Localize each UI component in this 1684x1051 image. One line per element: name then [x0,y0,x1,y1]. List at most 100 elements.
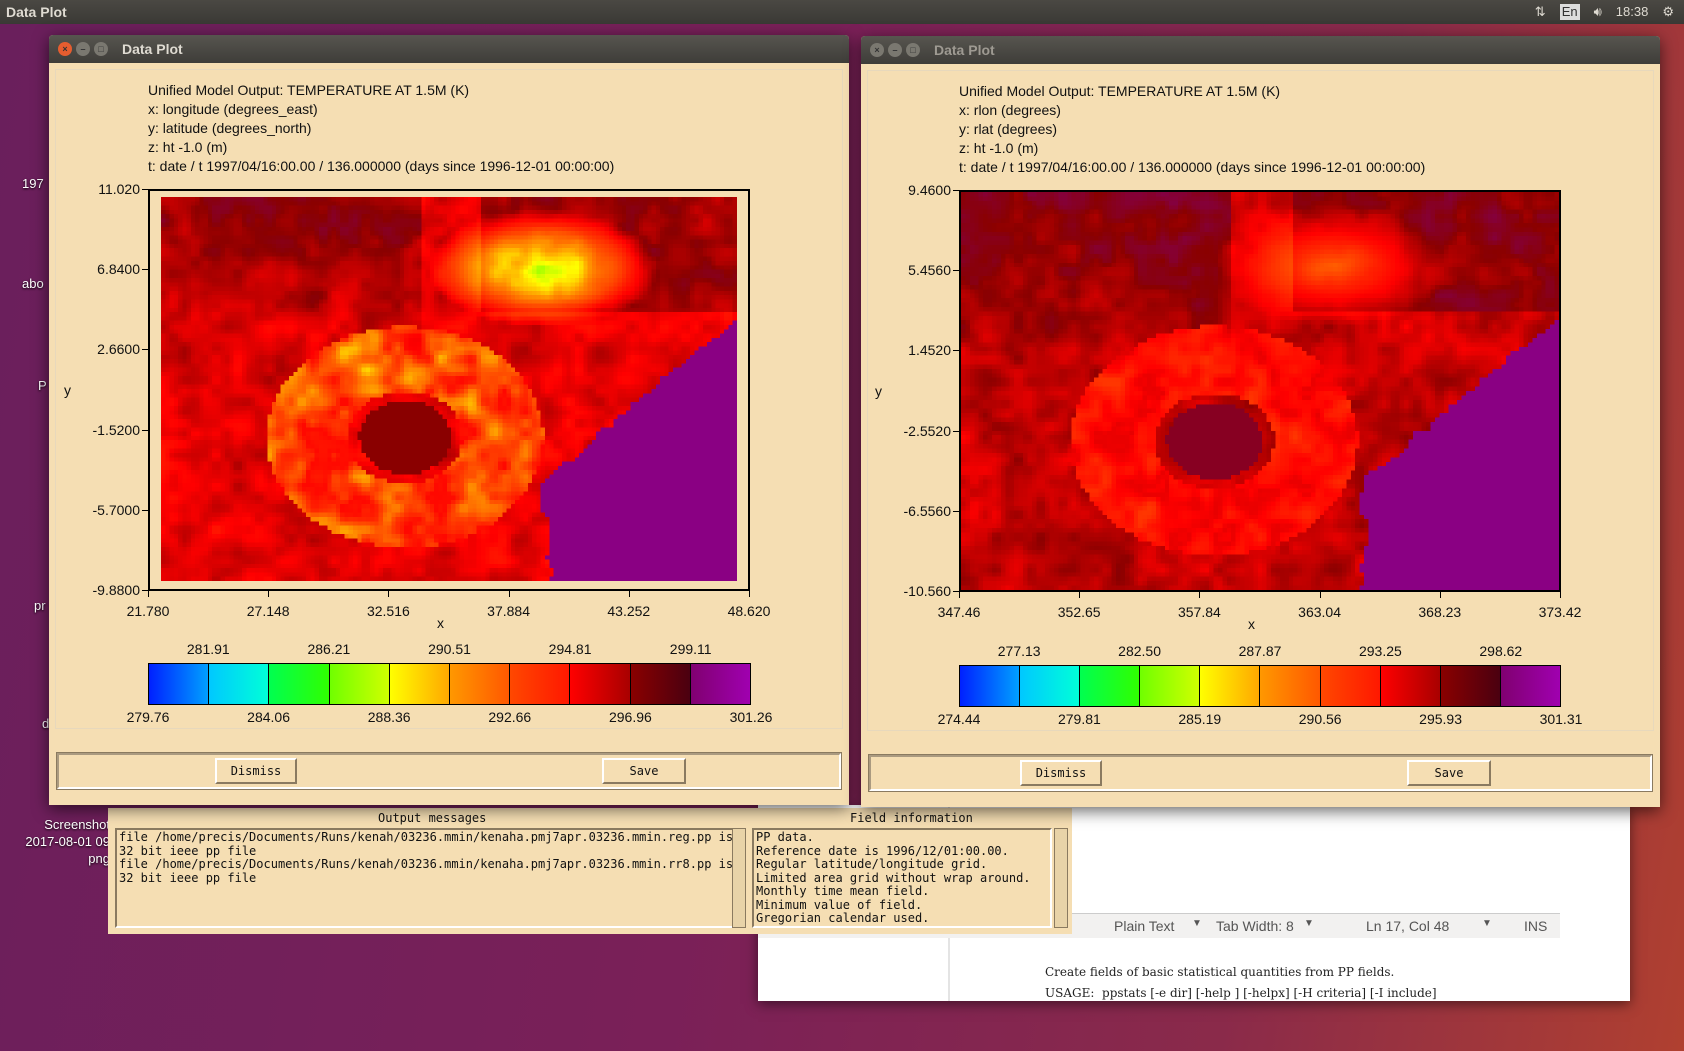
active-app-title: Data Plot [6,4,67,20]
x-tick-label: 347.46 [937,604,981,620]
window-titlebar[interactable]: × – □ Data Plot [861,36,1660,64]
plot-header-line: t: date / t 1997/04/16:00.00 / 136.00000… [959,159,1426,175]
dismiss-button[interactable]: Dismiss [215,758,297,784]
top-panel: Data Plot ⇅ En 🔊︎ 18:38 ⚙ [0,0,1684,24]
output-messages-scrollbar[interactable] [732,828,746,928]
y-tick-mark [142,429,148,431]
dismiss-button[interactable]: Dismiss [1020,760,1102,786]
volume-icon[interactable]: 🔊︎ [1594,4,1602,20]
plot-header-line: x: longitude (degrees_east) [148,101,318,117]
colorbar-segment [630,664,691,704]
colorbar-segment [960,666,1021,706]
close-icon[interactable]: × [870,43,884,57]
doc-text: USAGE: ppstats [-e dir] [-help ] [-helpx… [1045,986,1437,1000]
x-axis-label: x [1248,616,1255,632]
plot-header-line: y: rlat (degrees) [959,121,1058,137]
x-tick-label: 37.884 [487,603,530,619]
colorbar-segment [1080,666,1141,706]
field-information-scrollbar[interactable] [1054,828,1068,928]
y-tick-mark [142,269,148,271]
colorbar-segment [149,664,210,704]
x-tick-mark [1560,592,1561,598]
colorbar-bottom-label: 279.76 [126,709,170,725]
y-tick-label: -6.5560 [903,502,951,519]
desktop-icon-label[interactable]: abo [22,276,44,291]
clock[interactable]: 18:38 [1616,4,1649,20]
y-tick-label: 5.4560 [908,262,951,279]
y-tick-mark [953,510,959,512]
temperature-heatmap [161,197,737,581]
field-information-text[interactable]: PP data. Reference date is 1996/12/01:00… [752,828,1052,928]
y-tick-mark [953,591,959,592]
y-tick-label: 11.020 [98,181,140,197]
desktop-icon-screenshot[interactable]: Screenshot 2017-08-01 09 png [16,816,110,867]
minimize-icon[interactable]: – [76,42,90,56]
desktop-icon-label: 2017-08-01 09 [25,834,110,849]
y-tick-mark [953,270,959,272]
close-icon[interactable]: × [58,42,72,56]
plot-header-line: x: rlon (degrees) [959,102,1061,118]
save-button[interactable]: Save [602,758,686,784]
x-tick-mark [1199,592,1201,598]
x-tick-mark [749,591,750,597]
x-tick-mark [148,591,149,597]
colorbar-segment [209,664,270,704]
keyboard-layout-indicator[interactable]: En [1559,4,1580,20]
colorbar-segment [1440,666,1501,706]
y-axis-label: y [875,383,882,399]
temperature-heatmap [961,192,1559,590]
x-tick-label: 27.148 [246,603,290,619]
y-tick-label: 9.4600 [908,182,951,198]
output-messages-text[interactable]: file /home/precis/Documents/Runs/kenah/0… [115,828,735,928]
data-plot-window: × – □ Data Plot Unified Model Output: TE… [49,35,849,805]
y-tick-label: 2.6600 [97,341,140,358]
y-tick-label: 1.4520 [908,342,951,359]
minimize-icon[interactable]: – [888,43,902,57]
colorbar-segment [510,664,571,704]
power-gear-icon[interactable]: ⚙ [1662,4,1674,20]
colorbar-segment [1200,666,1261,706]
language-selector[interactable]: Plain Text [1114,918,1174,934]
desktop-icon-label[interactable]: pr [34,598,46,613]
tab-width-selector[interactable]: Tab Width: 8 [1216,918,1294,934]
desktop-icon-label[interactable]: P [38,378,47,393]
desktop-icon-label[interactable]: 197 [22,176,44,191]
colorbar-bottom-label: 296.96 [608,709,652,725]
colorbar-top-label: 281.91 [186,641,230,657]
y-tick-label: 6.8400 [97,261,140,278]
colorbar [148,663,751,705]
y-tick-mark [953,430,959,432]
maximize-icon[interactable]: □ [906,43,920,57]
window-titlebar[interactable]: × – □ Data Plot [49,35,849,63]
colorbar-bottom-label: 295.93 [1419,711,1462,727]
plot-header-line: Unified Model Output: TEMPERATURE AT 1.5… [148,82,470,98]
dropdown-arrow-icon[interactable]: ▼ [1482,918,1492,929]
colorbar-top-label: 277.13 [997,643,1041,659]
y-axis-label: y [64,382,71,398]
network-icon[interactable]: ⇅ [1535,4,1546,20]
desktop-icon-label: png [88,851,110,866]
y-tick-label: -5.7000 [92,501,140,518]
colorbar-segment [690,664,751,704]
cursor-position: Ln 17, Col 48 [1366,918,1450,934]
colorbar-top-label: 290.51 [428,641,471,657]
heatmap-frame [148,189,750,591]
x-tick-label: 43.252 [607,603,651,619]
x-tick-label: 48.620 [727,603,771,619]
plot-header-line: z: ht -1.0 (m) [148,139,228,155]
save-button[interactable]: Save [1407,760,1491,786]
y-tick-mark [142,349,148,351]
y-tick-mark [142,189,148,190]
data-plot-window: × – □ Data Plot Unified Model Output: TE… [861,36,1660,807]
messages-panel: Output messages file /home/precis/Docume… [108,808,1072,934]
x-axis-label: x [437,615,444,631]
y-tick-label: -2.5520 [903,422,951,439]
colorbar-segment [1140,666,1201,706]
y-tick-mark [953,350,959,352]
maximize-icon[interactable]: □ [94,42,108,56]
colorbar-segment [570,664,631,704]
x-tick-mark [388,591,390,597]
colorbar-bottom-label: 279.81 [1057,711,1101,727]
plot-header-line: y: latitude (degrees_north) [148,120,312,136]
plot-header-line: z: ht -1.0 (m) [959,140,1039,156]
